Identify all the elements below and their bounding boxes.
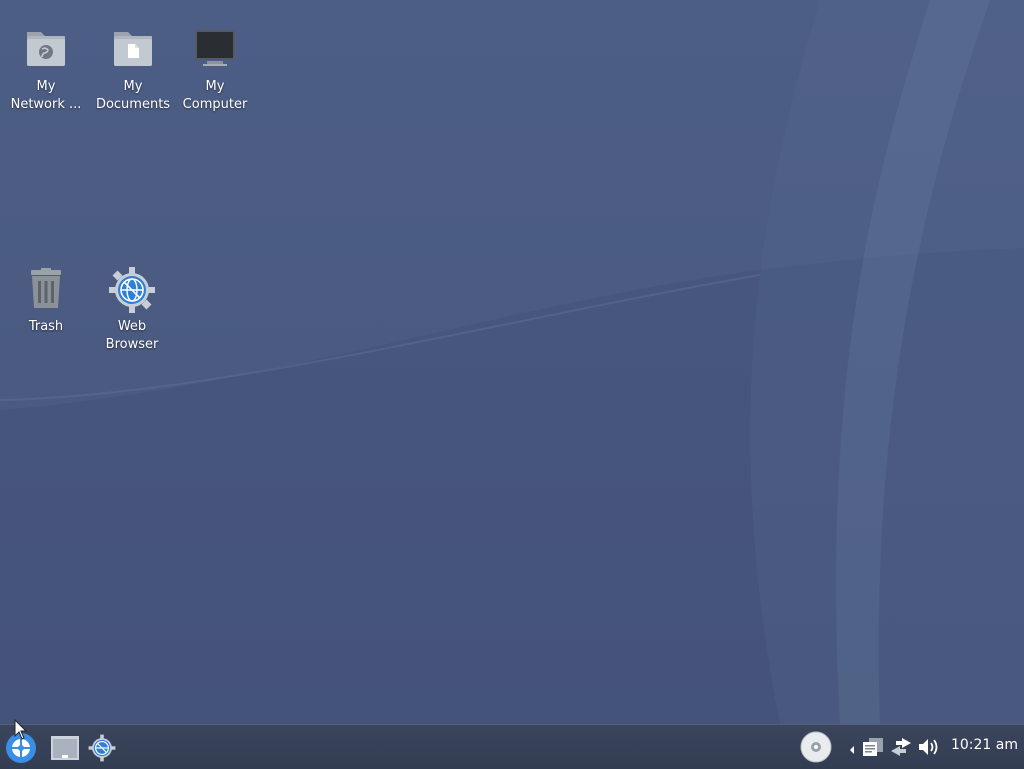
desktop-icon-my-computer[interactable]: My Computer xyxy=(173,26,257,114)
trash-icon xyxy=(22,266,70,314)
desktop-icon-label: Network ... xyxy=(10,97,82,112)
mouse-cursor-icon xyxy=(14,719,28,740)
desktop[interactable]: My Network ... My Documents My Computer … xyxy=(0,0,1024,724)
taskbar-clock[interactable]: 10:21 am xyxy=(951,737,1018,753)
optical-disc-button[interactable] xyxy=(800,731,832,763)
network-folder-icon xyxy=(22,26,70,74)
taskbar: 10:21 am xyxy=(0,724,1024,769)
tray-expand-arrow-icon xyxy=(850,746,854,754)
desktop-icon-label: Computer xyxy=(182,97,248,112)
desktop-icon-label: My xyxy=(36,79,56,94)
web-browser-icon xyxy=(108,266,156,314)
desktop-icon-label: Documents xyxy=(95,97,171,112)
optical-disc-icon xyxy=(800,731,832,763)
web-browser-icon xyxy=(88,734,116,762)
desktop-icon-my-documents[interactable]: My Documents xyxy=(91,26,175,114)
show-desktop-icon xyxy=(51,736,79,760)
volume-tray-button[interactable] xyxy=(917,737,939,757)
clipboard-tray-button[interactable] xyxy=(862,737,884,757)
tray-expand-button[interactable] xyxy=(848,741,856,754)
desktop-icon-label: Browser xyxy=(105,337,159,352)
volume-icon xyxy=(919,739,938,755)
desktop-icon-label: My xyxy=(123,79,143,94)
network-icon xyxy=(891,738,911,756)
show-desktop-button[interactable] xyxy=(50,735,80,761)
documents-folder-icon xyxy=(109,26,157,74)
desktop-icon-label: My xyxy=(205,79,225,94)
clipboard-icon xyxy=(863,738,883,756)
desktop-icon-label: Trash xyxy=(28,319,64,334)
desktop-icon-my-network[interactable]: My Network ... xyxy=(4,26,88,114)
desktop-icon-label: Web xyxy=(117,319,147,334)
web-browser-launcher[interactable] xyxy=(88,734,116,762)
desktop-icon-web-browser[interactable]: Web Browser xyxy=(90,266,174,354)
monitor-icon xyxy=(191,26,239,74)
desktop-icon-trash[interactable]: Trash xyxy=(4,266,88,336)
network-tray-button[interactable] xyxy=(890,737,912,757)
